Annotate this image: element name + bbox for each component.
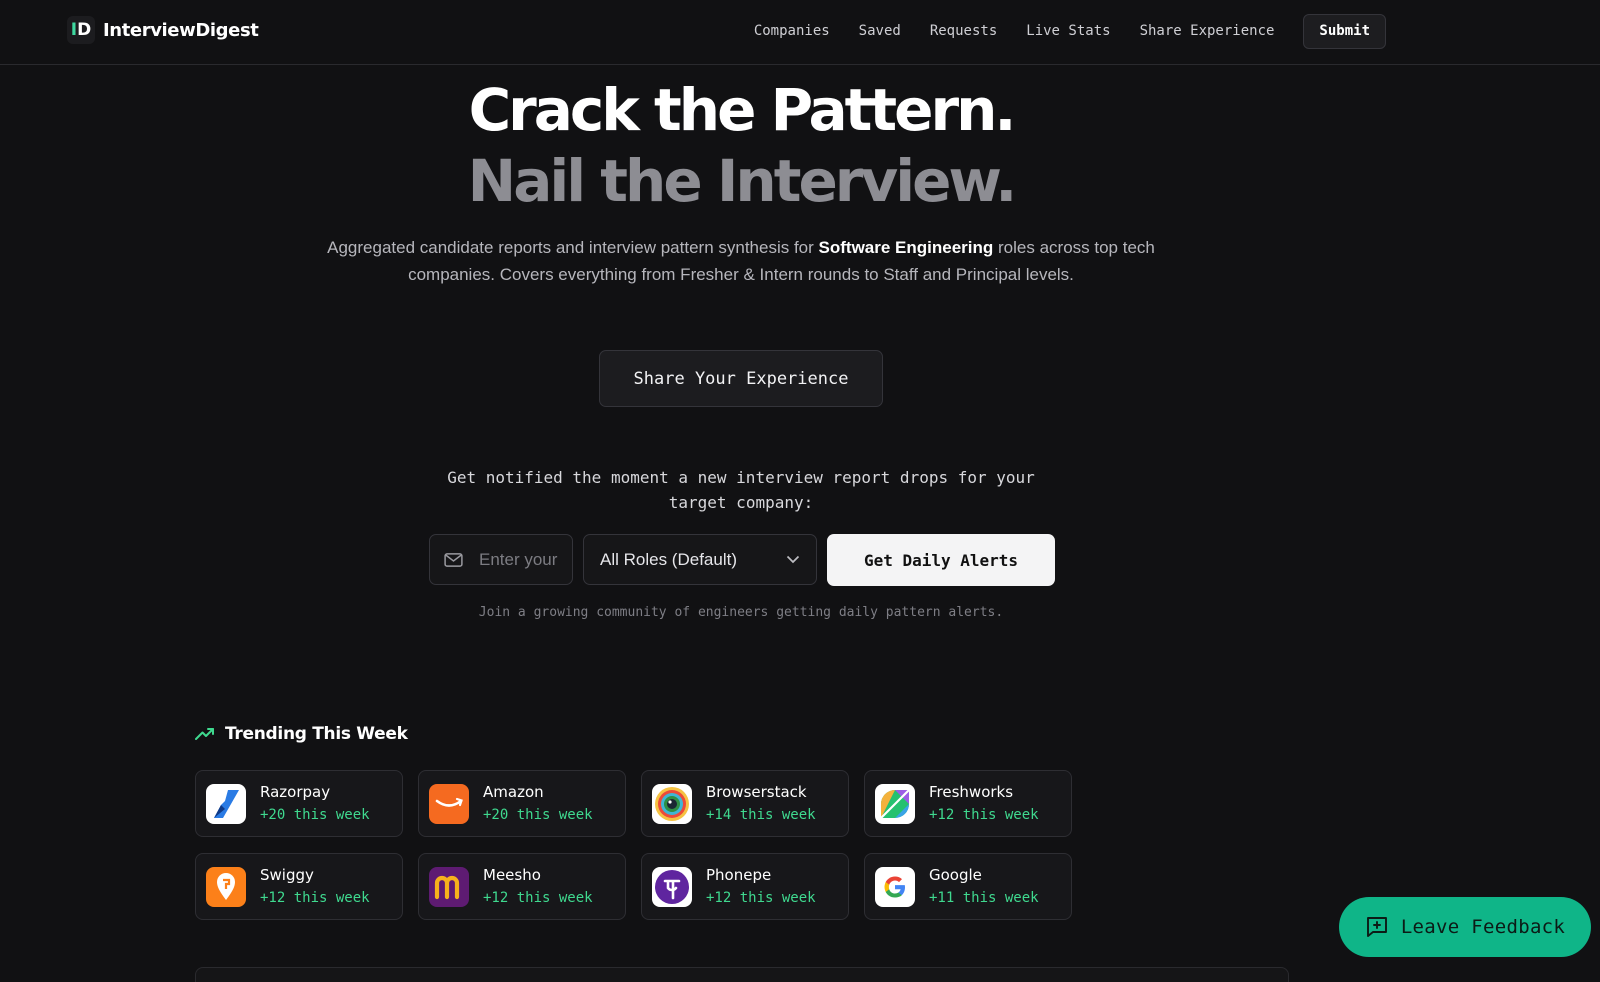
company-count: +12 this week [706, 889, 816, 906]
company-card-swiggy[interactable]: Swiggy +12 this week [195, 853, 403, 920]
company-name: Browserstack [706, 782, 807, 801]
feedback-label: Leave Feedback [1400, 916, 1566, 938]
meesho-logo-icon [429, 866, 469, 907]
company-card-browserstack[interactable]: Browserstack +14 this week [641, 770, 849, 837]
role-select[interactable]: All Roles (Default) [583, 534, 817, 585]
trending-header: Trending This Week [195, 724, 408, 744]
razorpay-logo-icon [206, 783, 246, 824]
swiggy-logo-icon [206, 866, 246, 907]
hero-title-line2: Nail the Interview. [467, 147, 1018, 215]
company-name: Razorpay [260, 782, 331, 801]
nav-companies[interactable]: Companies [754, 13, 830, 49]
company-count: +20 this week [483, 806, 593, 823]
next-section-panel [195, 967, 1289, 982]
email-input[interactable] [479, 549, 559, 570]
top-navbar: ID InterviewDigest Companies Saved Reque… [0, 0, 1600, 65]
company-name: Google [929, 865, 982, 884]
company-name: Meesho [483, 865, 541, 884]
company-count: +12 this week [260, 889, 370, 906]
company-count: +14 this week [706, 806, 816, 823]
submit-button[interactable]: Submit [1303, 13, 1386, 49]
company-name: Swiggy [260, 865, 314, 884]
trending-title: Trending This Week [225, 724, 408, 744]
company-name: Phonepe [706, 865, 772, 884]
trending-grid: Razorpay +20 this week Amazon +20 this w… [195, 770, 1072, 920]
alerts-prompt: Get notified the moment a new interview … [447, 468, 1035, 512]
chevron-down-icon [786, 555, 800, 564]
trending-up-icon [195, 728, 214, 740]
company-card-google[interactable]: Google +11 this week [864, 853, 1072, 920]
hero-subtitle-highlight: Software Engineering [818, 238, 994, 257]
feedback-icon [1366, 917, 1387, 937]
company-count: +12 this week [929, 806, 1039, 823]
phonepe-logo-icon [652, 866, 692, 907]
company-card-phonepe[interactable]: Phonepe +12 this week [641, 853, 849, 920]
hero-subtitle: Aggregated candidate reports and intervi… [320, 234, 1162, 288]
company-card-razorpay[interactable]: Razorpay +20 this week [195, 770, 403, 837]
email-field[interactable] [429, 534, 573, 585]
company-card-freshworks[interactable]: Freshworks +12 this week [864, 770, 1072, 837]
company-card-meesho[interactable]: Meesho +12 this week [418, 853, 626, 920]
brand-mark-icon: ID [67, 16, 95, 44]
get-daily-alerts-button[interactable]: Get Daily Alerts [827, 534, 1055, 586]
freshworks-logo-icon [875, 783, 915, 824]
mail-icon [444, 552, 463, 567]
browserstack-logo-icon [652, 783, 692, 824]
brand-logo[interactable]: ID InterviewDigest [67, 16, 259, 44]
nav-share-experience[interactable]: Share Experience [1140, 13, 1275, 49]
hero-subtitle-text: Aggregated candidate reports and intervi… [327, 238, 819, 257]
share-experience-button[interactable]: Share Your Experience [599, 350, 883, 407]
nav-saved[interactable]: Saved [859, 13, 901, 49]
role-select-value: All Roles (Default) [600, 549, 737, 569]
alerts-note: Join a growing community of engineers ge… [478, 605, 1004, 620]
company-count: +20 this week [260, 806, 370, 823]
company-card-amazon[interactable]: Amazon +20 this week [418, 770, 626, 837]
company-name: Amazon [483, 782, 544, 801]
company-name: Freshworks [929, 782, 1014, 801]
brand-name: InterviewDigest [103, 19, 259, 41]
leave-feedback-button[interactable]: Leave Feedback [1339, 897, 1591, 957]
nav-requests[interactable]: Requests [930, 13, 997, 49]
google-logo-icon [875, 866, 915, 907]
nav-live-stats[interactable]: Live Stats [1026, 13, 1110, 49]
amazon-logo-icon [429, 783, 469, 824]
hero-title-line1: Crack the Pattern. [468, 76, 1017, 144]
main-nav: Companies Saved Requests Live Stats Shar… [725, 13, 1386, 49]
company-count: +12 this week [483, 889, 593, 906]
company-count: +11 this week [929, 889, 1039, 906]
